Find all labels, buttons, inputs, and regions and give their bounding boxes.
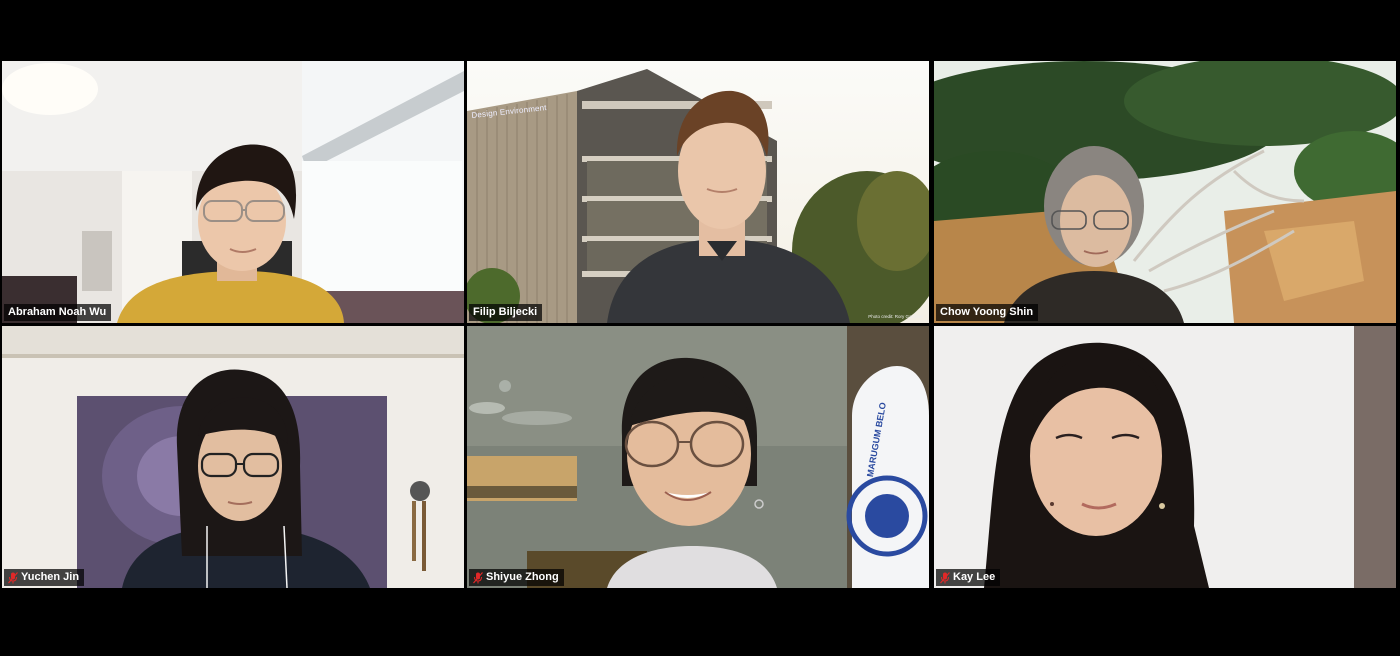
microphone-muted-icon [473, 571, 483, 583]
participant-name-tag: Abraham Noah Wu [4, 304, 112, 321]
virtual-background [467, 61, 929, 323]
video-tile-kay-lee[interactable]: Kay Lee [934, 326, 1396, 588]
video-feed [467, 326, 929, 588]
microphone-muted-icon [940, 571, 950, 583]
participant-name: Chow Yoong Shin [940, 306, 1034, 318]
participant-name-tag: Yuchen Jin [4, 569, 85, 586]
video-tile-shiyue-zhong[interactable]: MARUGUM BELO Shiyue Zhong [467, 326, 929, 588]
participant-name-tag: Filip Biljecki [469, 304, 543, 321]
video-feed [934, 326, 1396, 588]
participant-name: Kay Lee [953, 571, 996, 583]
video-gallery: Abraham Noah Wu Design Environment Photo… [2, 61, 1398, 588]
video-feed [2, 326, 464, 588]
participant-name-tag: Shiyue Zhong [469, 569, 564, 586]
microphone-muted-icon [8, 571, 18, 583]
participant-name-tag: Chow Yoong Shin [936, 304, 1039, 321]
participant-name: Yuchen Jin [21, 571, 80, 583]
participant-name-tag: Kay Lee [936, 569, 1001, 586]
video-tile-chow-yoong-shin[interactable]: Chow Yoong Shin [934, 61, 1396, 323]
participant-name: Abraham Noah Wu [8, 306, 107, 318]
video-tile-yuchen-jin[interactable]: Yuchen Jin [2, 326, 464, 588]
video-feed [2, 61, 464, 323]
virtual-background [934, 61, 1396, 323]
video-tile-filip-biljecki[interactable]: Design Environment Photo credit: Rory Ga… [467, 61, 929, 323]
video-tile-abraham-noah-wu[interactable]: Abraham Noah Wu [2, 61, 464, 323]
photo-credit-text: Photo credit: Rory Gardiner [868, 314, 923, 319]
participant-name: Filip Biljecki [473, 306, 538, 318]
participant-name: Shiyue Zhong [486, 571, 559, 583]
